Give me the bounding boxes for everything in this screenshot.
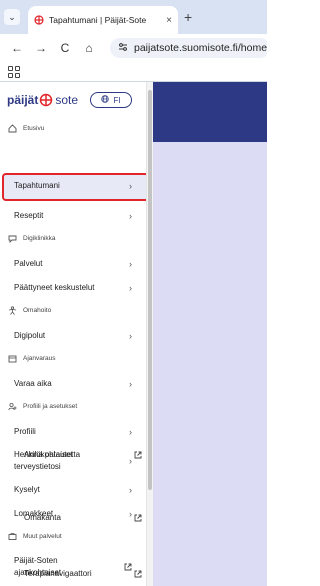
globe-icon [101, 95, 110, 105]
section-digiclinic: Digiklinikka [7, 232, 56, 244]
scrollbar-thumb[interactable] [148, 90, 152, 490]
logo-text-primary: päijät [7, 93, 39, 107]
nav-home-label: Etusivu [23, 124, 45, 132]
browser-tab[interactable]: Tapahtumani | Päijät-Sote × [28, 6, 178, 34]
nav-item-prescriptions-label: Reseptit [14, 211, 44, 220]
nav-item-ended-conversations[interactable]: Päättyneet keskustelut › [14, 280, 132, 296]
address-bar[interactable]: paijatsote.suomisote.fi/home [110, 38, 267, 58]
forward-button[interactable]: → [32, 39, 50, 57]
selfcare-icon [7, 305, 17, 315]
nav-item-therapy-navigator-label: Terapianavigaattori [24, 569, 92, 578]
nav-item-omakanta-label: Omakanta [24, 513, 61, 522]
external-link-icon [132, 570, 142, 578]
close-icon[interactable]: × [166, 15, 172, 26]
bookmarks-bar [0, 62, 267, 82]
reload-button[interactable]: C [56, 39, 74, 57]
favicon-icon [34, 15, 44, 25]
nav-item-ended-conversations-label: Päättyneet keskustelut [14, 283, 95, 292]
site-info-icon[interactable] [118, 42, 128, 54]
main-content [153, 82, 267, 586]
nav-item-feedback[interactable]: Anna palautetta [24, 447, 142, 463]
chevron-right-icon: › [129, 379, 132, 389]
section-booking-label: Ajanvaraus [23, 354, 56, 362]
nav-item-book-time[interactable]: Varaa aika › [14, 376, 132, 392]
nav-item-digipaths-label: Digipolut [14, 331, 46, 340]
nav-item-profile[interactable]: Profiili › [14, 424, 132, 440]
home-button[interactable]: ⌂ [80, 39, 98, 57]
new-tab-button[interactable]: + [184, 9, 192, 25]
hero-banner [153, 82, 267, 142]
nav-item-services[interactable]: Palvelut › [14, 256, 132, 272]
tab-title: Tapahtumani | Päijät-Sote [49, 15, 147, 25]
section-digiclinic-label: Digiklinikka [23, 234, 56, 242]
nav-item-book-time-label: Varaa aika [14, 379, 52, 388]
url-text: paijatsote.suomisote.fi/home [134, 42, 267, 54]
chevron-right-icon: › [129, 427, 132, 437]
chat-icon [7, 233, 17, 243]
nav-home[interactable]: Etusivu [7, 122, 44, 134]
chevron-right-icon: › [129, 259, 132, 269]
logo-text-secondary: sote [55, 93, 79, 107]
chevron-down-icon: ⌄ [8, 11, 16, 22]
chevron-right-icon: › [129, 485, 132, 495]
nav-item-events-label: Tapahtumani [14, 181, 60, 190]
browser-tab-bar: ⌄ Tapahtumani | Päijät-Sote × + [0, 0, 267, 34]
nav-item-events[interactable]: Tapahtumani › [14, 178, 132, 194]
nav-item-profile-label: Profiili [14, 427, 36, 436]
language-button[interactable]: FI [90, 92, 132, 108]
nav-item-omakanta[interactable]: Omakanta [24, 510, 142, 526]
logo-cross-icon [40, 93, 53, 107]
external-link-icon [132, 514, 142, 522]
nav-item-services-label: Palvelut [14, 259, 43, 268]
language-label: FI [113, 95, 121, 105]
back-button[interactable]: ← [8, 39, 26, 57]
nav-item-digipaths[interactable]: Digipolut › [14, 328, 132, 344]
section-profile: Profiili ja asetukset [7, 400, 77, 412]
section-profile-label: Profiili ja asetukset [23, 402, 78, 410]
section-selfcare: Omahoito [7, 304, 51, 316]
nav-item-feedback-label: Anna palautetta [24, 450, 81, 459]
section-other-services: Muut palvelut [7, 530, 62, 542]
section-other-services-label: Muut palvelut [23, 532, 62, 540]
chevron-right-icon: › [129, 283, 132, 293]
nav-item-surveys[interactable]: Kyselyt › [14, 482, 132, 498]
calendar-icon [7, 353, 17, 363]
chevron-right-icon: › [129, 181, 132, 191]
section-booking: Ajanvaraus [7, 352, 56, 364]
nav-item-surveys-label: Kyselyt [14, 485, 40, 494]
profile-settings-icon [7, 401, 17, 411]
nav-item-therapy-navigator[interactable]: Terapianavigaattori [24, 566, 142, 582]
paijat-sote-logo[interactable]: päijät sote [7, 93, 78, 107]
nav-item-prescriptions[interactable]: Reseptit › [14, 208, 132, 224]
chevron-right-icon: › [129, 211, 132, 221]
external-link-icon [132, 451, 142, 459]
services-icon [7, 531, 17, 541]
section-selfcare-label: Omahoito [23, 306, 52, 314]
tab-search-button[interactable]: ⌄ [4, 9, 20, 25]
apps-grid-icon[interactable] [8, 66, 20, 78]
chevron-right-icon: › [129, 331, 132, 341]
brand-row: päijät sote FI [0, 88, 146, 112]
home-icon [7, 123, 17, 133]
